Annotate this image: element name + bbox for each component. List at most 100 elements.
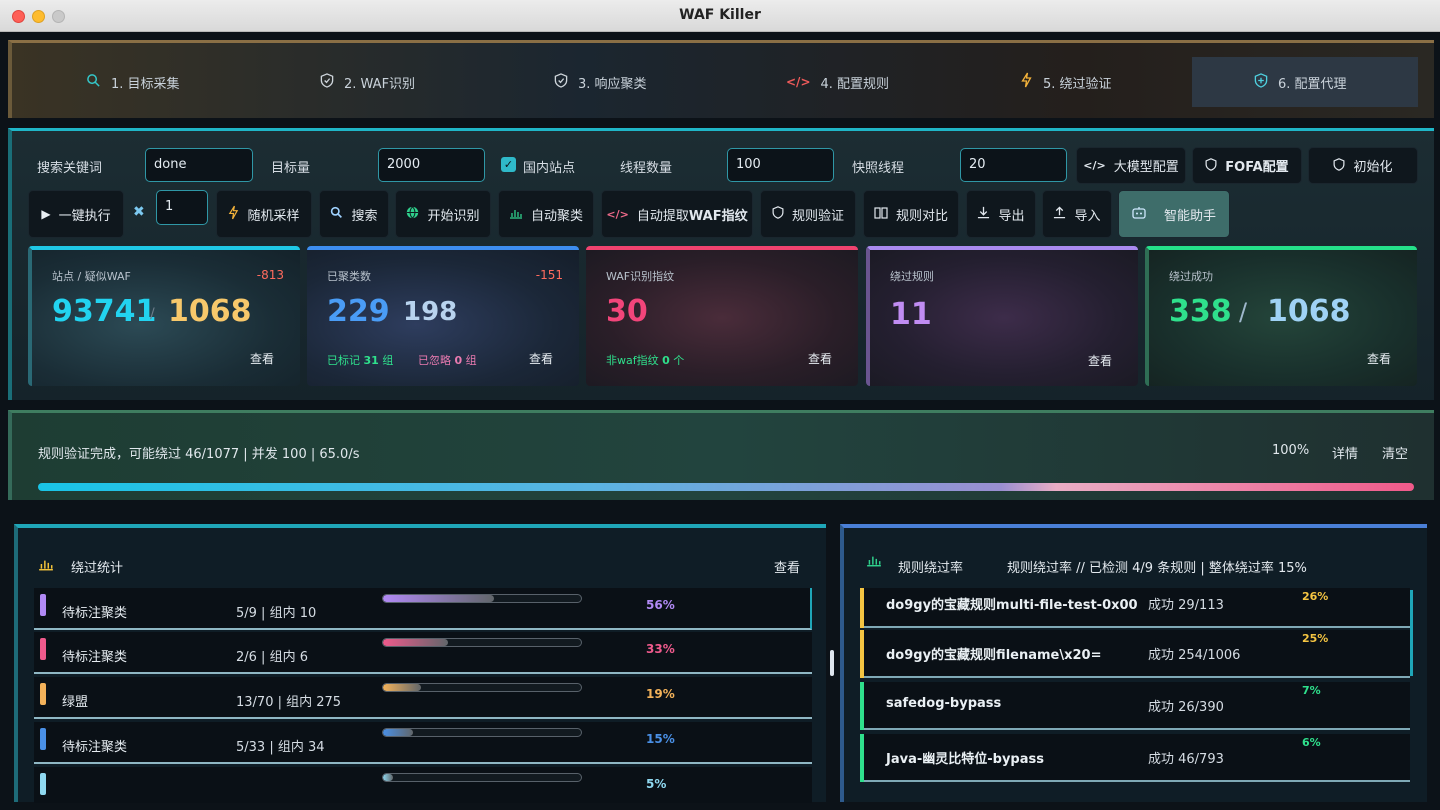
rule-percent: 25% xyxy=(1302,632,1329,645)
keyword-label: 搜索关键词 xyxy=(37,161,103,176)
random-sample-button[interactable]: 随机采样 xyxy=(216,190,312,238)
bypass-stats-view-link[interactable]: 查看 xyxy=(774,557,800,576)
rule-percent: 6% xyxy=(1302,736,1321,749)
auto-cluster-button[interactable]: 自动聚类 xyxy=(498,190,594,238)
stats-row[interactable]: 待标注聚类 2/6 | 组内 6 33% xyxy=(34,632,812,674)
init-button[interactable]: 初始化 xyxy=(1308,147,1418,184)
code-icon: </> xyxy=(786,75,811,89)
button-label: FOFA配置 xyxy=(1225,160,1289,175)
rule-row[interactable]: do9gy的宝藏规则filename\x20= 成功 254/1006 25% xyxy=(860,630,1410,678)
rule-name: safedog-bypass xyxy=(886,696,1002,711)
button-label: 自动提取WAF指纹 xyxy=(637,205,748,224)
fofa-config-button[interactable]: FOFA配置 xyxy=(1192,147,1302,184)
nav-label: 3. 响应聚类 xyxy=(578,76,647,92)
rule-color-marker xyxy=(860,682,864,730)
target-input[interactable]: 2000 xyxy=(378,148,485,182)
auto-extract-waf-button[interactable]: </> 自动提取WAF指纹 xyxy=(601,190,753,238)
rule-row[interactable]: Java-幽灵比特位-bypass 成功 46/793 6% xyxy=(860,734,1410,782)
keyword-input[interactable]: done xyxy=(145,148,253,182)
row-count: 13/70 | 组内 275 xyxy=(236,695,342,710)
shield-check-icon xyxy=(554,72,568,92)
nav-step-waf-identify[interactable]: 2. WAF识别 xyxy=(320,57,415,107)
card-view-link[interactable]: 查看 xyxy=(250,350,274,367)
ignored-label: 已忽略 xyxy=(418,354,451,367)
llm-config-button[interactable]: </> 大模型配置 xyxy=(1076,147,1186,184)
progress-bar xyxy=(38,483,1414,491)
progress-details-link[interactable]: 详情 xyxy=(1332,443,1358,462)
row-name: 待标注聚类 xyxy=(62,740,128,755)
card-caption: 绕过规则 xyxy=(890,270,934,283)
export-button[interactable]: 导出 xyxy=(966,190,1036,238)
row-progress-track xyxy=(382,683,582,692)
target-label: 目标量 xyxy=(271,161,311,176)
nav-step-bypass-verify[interactable]: 5. 绕过验证 xyxy=(1020,57,1112,107)
card-view-link[interactable]: 查看 xyxy=(1367,350,1391,367)
nav-step-config-rules[interactable]: </> 4. 配置规则 xyxy=(786,57,889,107)
rule-list-scrollbar[interactable] xyxy=(1410,590,1413,676)
rule-verify-button[interactable]: 规则验证 xyxy=(760,190,856,238)
domestic-checkbox[interactable]: ✓ xyxy=(501,157,516,172)
card-bypass-success[interactable]: 绕过成功 338 / 1068 查看 xyxy=(1145,246,1417,386)
snapshot-label: 快照线程 xyxy=(852,161,905,176)
row-color-marker xyxy=(40,594,46,616)
row-name: 待标注聚类 xyxy=(62,606,128,621)
card-value-waf: 1068 xyxy=(168,294,252,329)
button-label-bold: WAF指纹 xyxy=(688,208,748,224)
card-view-link[interactable]: 查看 xyxy=(808,350,832,367)
import-button[interactable]: 导入 xyxy=(1042,190,1112,238)
card-bypass-rules[interactable]: 绕过规则 11 查看 xyxy=(866,246,1138,386)
stats-row[interactable]: 5% xyxy=(34,767,812,803)
repeat-count-input[interactable]: 1 xyxy=(156,190,208,225)
card-value-success: 338 xyxy=(1169,294,1232,329)
card-caption: 已聚类数 xyxy=(327,270,371,283)
rule-row[interactable]: safedog-bypass 成功 26/390 7% xyxy=(860,682,1410,730)
bar-chart-icon xyxy=(38,556,54,575)
threads-input[interactable]: 100 xyxy=(727,148,834,182)
card-non-waf: 非waf指纹 0 个 xyxy=(606,352,684,368)
button-label-prefix: 自动提取 xyxy=(636,208,689,224)
card-view-link[interactable]: 查看 xyxy=(529,350,553,367)
stats-row[interactable]: 绿盟 13/70 | 组内 275 19% xyxy=(34,677,812,719)
row-color-marker xyxy=(40,638,46,660)
shield-icon xyxy=(772,206,784,222)
shield-icon xyxy=(1205,157,1217,174)
row-progress-fill xyxy=(383,774,393,781)
progress-panel: 规则验证完成，可能绕过 46/1077 | 并发 100 | 65.0/s 10… xyxy=(8,410,1434,500)
start-identify-button[interactable]: 开始识别 xyxy=(395,190,491,238)
non-waf-label: 非waf指纹 xyxy=(606,354,659,367)
card-view-link[interactable]: 查看 xyxy=(1088,352,1112,369)
search-icon xyxy=(330,206,343,222)
rule-rate-panel: 规则绕过率 规则绕过率 // 已检测 4/9 条规则 | 整体绕过率 15% d… xyxy=(840,524,1427,802)
nav-step-response-cluster[interactable]: 3. 响应聚类 xyxy=(554,57,647,107)
rule-color-marker xyxy=(860,630,864,678)
row-percent: 56% xyxy=(646,598,675,612)
stats-row[interactable]: 待标注聚类 5/9 | 组内 10 56% xyxy=(34,588,812,630)
code-icon: </> xyxy=(1083,159,1106,172)
card-caption: 绕过成功 xyxy=(1169,270,1213,283)
card-waf-fingerprints[interactable]: WAF识别指纹 30 非waf指纹 0 个 查看 xyxy=(586,246,858,386)
assistant-button[interactable]: 智能助手 xyxy=(1118,190,1230,238)
rule-color-marker xyxy=(860,734,864,782)
button-label: 开始识别 xyxy=(427,208,480,224)
panel-splitter-handle[interactable] xyxy=(830,650,834,676)
search-button[interactable]: 搜索 xyxy=(319,190,389,238)
rule-success: 成功 26/390 xyxy=(1148,700,1224,715)
button-label: 随机采样 xyxy=(247,208,300,224)
card-delta: -813 xyxy=(256,268,284,282)
rule-compare-button[interactable]: 规则对比 xyxy=(863,190,959,238)
run-all-button[interactable]: ▶ 一键执行 xyxy=(28,190,124,238)
card-sites-waf[interactable]: 站点 / 疑似WAF -813 93741 / 1068 查看 xyxy=(28,246,300,386)
stats-row[interactable]: 待标注聚类 5/33 | 组内 34 15% xyxy=(34,722,812,764)
progress-percent: 100% xyxy=(1272,443,1310,458)
card-clusters[interactable]: 已聚类数 -151 229 198 已标记 31 组 已忽略 0 组 查看 xyxy=(307,246,579,386)
snapshot-input[interactable]: 20 xyxy=(960,148,1067,182)
rule-row[interactable]: do9gy的宝藏规则multi-file-test-0x00 成功 29/113 2… xyxy=(860,588,1410,628)
button-label: 导入 xyxy=(1074,208,1101,224)
progress-clear-link[interactable]: 清空 xyxy=(1382,443,1408,462)
card-caption: WAF识别指纹 xyxy=(606,270,675,283)
nav-step-config-proxy[interactable]: 6. 配置代理 xyxy=(1192,57,1418,107)
row-progress-fill xyxy=(383,639,449,646)
bypass-stats-panel: 绕过统计 查看 待标注聚类 5/9 | 组内 10 56% 待标注聚类 2/6 | 组内… xyxy=(14,524,826,803)
nav-step-collect[interactable]: 1. 目标采集 xyxy=(86,57,180,107)
card-value-secondary: 198 xyxy=(403,297,458,327)
